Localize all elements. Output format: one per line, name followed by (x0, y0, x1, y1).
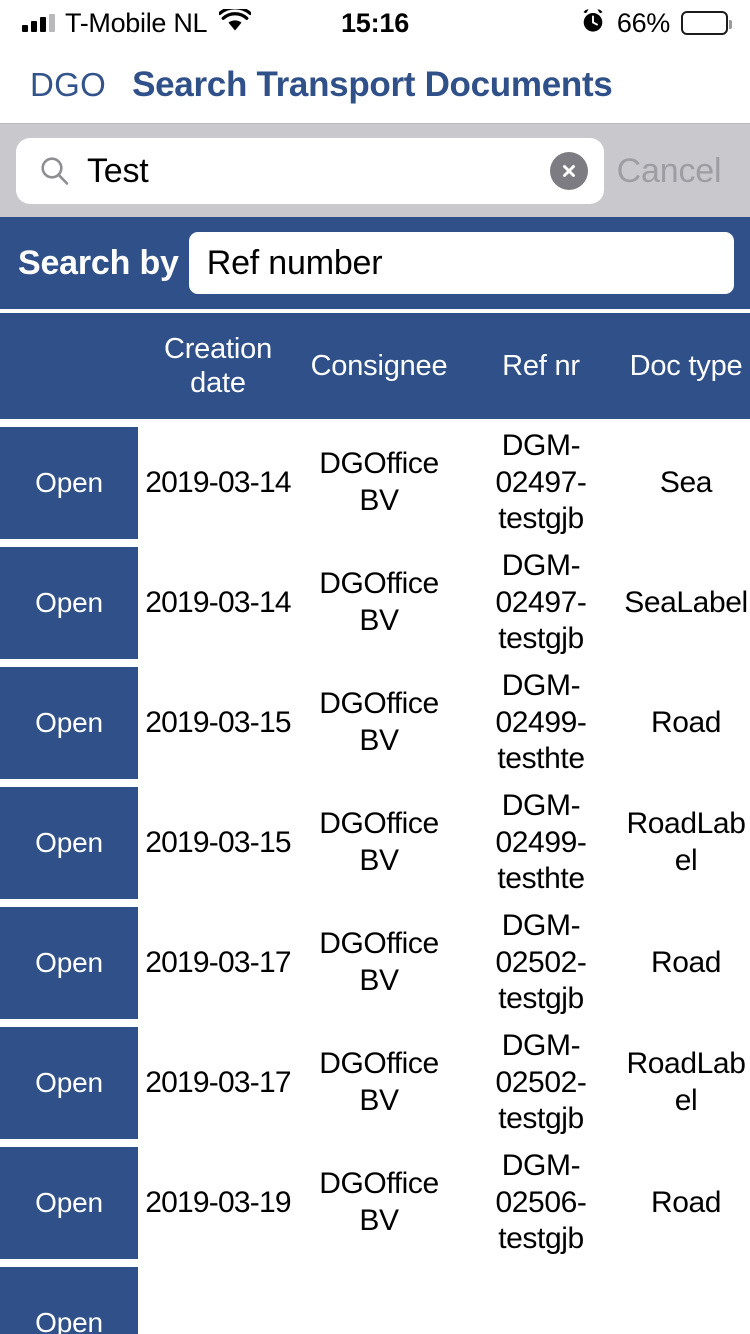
cell-doc-type: Sea (659, 465, 713, 499)
open-button-label: Open (35, 1307, 103, 1334)
open-button-label: Open (35, 827, 103, 858)
cell-consignee (298, 1263, 460, 1334)
table-row[interactable]: Open 2019-03-19 DGOffice BV DGM-02506-testg… (0, 1143, 750, 1263)
wifi-icon (218, 6, 253, 37)
search-by-bar: Search by Ref number (0, 217, 750, 313)
cell-creation-date: 2019-03-15 (145, 825, 291, 859)
cell-ref-nr: DGM-02502-testgjb (495, 909, 587, 1016)
table-body: Open 2019-03-14 DGOffice BV DGM-02497-testg… (0, 423, 750, 1334)
open-button[interactable]: Open (0, 1147, 138, 1259)
cell-creation-date: 2019-03-14 (145, 465, 291, 499)
open-button-label: Open (35, 1067, 103, 1098)
cell-doc-type: RoadLabel (626, 1047, 746, 1117)
cell-consignee: DGOffice BV (319, 567, 439, 637)
table-row[interactable]: Open (0, 1263, 750, 1334)
cell-consignee: DGOffice BV (319, 927, 439, 997)
table-row[interactable]: Open 2019-03-15 DGOffice BV DGM-02499-testh… (0, 663, 750, 783)
signal-bars-icon (22, 14, 55, 32)
results-table: Creation date Consignee Ref nr Doc type … (0, 313, 750, 1334)
cell-ref-nr: DGM-02506-testgjb (495, 1149, 587, 1256)
status-bar-left: T-Mobile NL (22, 6, 253, 39)
open-button[interactable]: Open (0, 547, 138, 659)
cell-creation-date: 2019-03-15 (145, 705, 291, 739)
app-brand-label[interactable]: DGO (30, 66, 106, 104)
cell-ref-nr: DGM-02499-testhte (495, 789, 587, 896)
cell-creation-date: 2019-03-19 (145, 1185, 291, 1219)
cell-ref-nr: DGM-02502-testgjb (495, 1029, 587, 1136)
alarm-clock-icon (580, 8, 606, 39)
open-button[interactable]: Open (0, 427, 138, 539)
cell-consignee: DGOffice BV (319, 447, 439, 517)
cell-doc-type: SeaLabel (624, 585, 748, 619)
cell-doc-type (622, 1263, 750, 1334)
column-header-creation-date: Creation date (163, 332, 272, 399)
cell-consignee: DGOffice BV (319, 1167, 439, 1237)
open-button[interactable]: Open (0, 667, 138, 779)
app-screen: T-Mobile NL 15:16 66% DGO Search Transpo… (0, 0, 750, 1334)
status-bar: T-Mobile NL 15:16 66% (0, 0, 750, 46)
table-row[interactable]: Open 2019-03-14 DGOffice BV DGM-02497-testg… (0, 423, 750, 543)
cancel-button[interactable]: Cancel (604, 152, 734, 191)
open-button-label: Open (35, 707, 103, 738)
open-button-label: Open (35, 467, 103, 498)
search-by-select[interactable]: Ref number (188, 232, 734, 294)
cell-creation-date: 2019-03-17 (145, 1065, 291, 1099)
battery-percentage: 66% (616, 7, 670, 38)
cell-creation-date (138, 1263, 298, 1334)
cell-doc-type: RoadLabel (626, 807, 746, 877)
column-header-doc-type: Doc type (629, 349, 743, 382)
cell-doc-type: Road (650, 705, 722, 739)
nav-bar: DGO Search Transport Documents (0, 46, 750, 124)
cell-consignee: DGOffice BV (319, 1047, 439, 1117)
search-by-label: Search by (18, 243, 179, 282)
table-row[interactable]: Open 2019-03-15 DGOffice BV DGM-02499-testh… (0, 783, 750, 903)
cell-creation-date: 2019-03-17 (145, 945, 291, 979)
cell-consignee: DGOffice BV (319, 687, 439, 757)
open-button[interactable]: Open (0, 1267, 138, 1334)
table-row[interactable]: Open 2019-03-14 DGOffice BV DGM-02497-testg… (0, 543, 750, 663)
clear-circle-icon[interactable] (550, 152, 588, 190)
cell-ref-nr: DGM-02497-testgjb (495, 429, 587, 536)
column-header-ref-nr: Ref nr (502, 349, 580, 382)
carrier-label: T-Mobile NL (65, 7, 208, 38)
open-button-label: Open (35, 1187, 103, 1218)
column-header-consignee: Consignee (310, 349, 448, 382)
status-bar-right: 66% (580, 7, 732, 39)
open-button[interactable]: Open (0, 787, 138, 899)
search-field[interactable]: Test (16, 138, 604, 204)
table-header-row: Creation date Consignee Ref nr Doc type (0, 313, 750, 423)
cell-ref-nr: DGM-02497-testgjb (495, 549, 587, 656)
open-button-label: Open (35, 587, 103, 618)
search-icon (38, 155, 71, 188)
page-title: Search Transport Documents (132, 64, 613, 104)
cell-creation-date: 2019-03-14 (145, 585, 291, 619)
open-button-label: Open (35, 947, 103, 978)
battery-icon (681, 11, 732, 35)
open-button[interactable]: Open (0, 1027, 138, 1139)
open-button[interactable]: Open (0, 907, 138, 1019)
cell-ref-nr: DGM-02499-testhte (495, 669, 587, 776)
cell-doc-type: Road (650, 1185, 722, 1219)
cell-ref-nr (460, 1263, 622, 1334)
table-row[interactable]: Open 2019-03-17 DGOffice BV DGM-02502-testg… (0, 903, 750, 1023)
search-bar: Test Cancel (0, 124, 750, 217)
table-row[interactable]: Open 2019-03-17 DGOffice BV DGM-02502-testg… (0, 1023, 750, 1143)
cell-doc-type: Road (650, 945, 722, 979)
cell-consignee: DGOffice BV (319, 807, 439, 877)
search-input[interactable]: Test (87, 152, 534, 191)
